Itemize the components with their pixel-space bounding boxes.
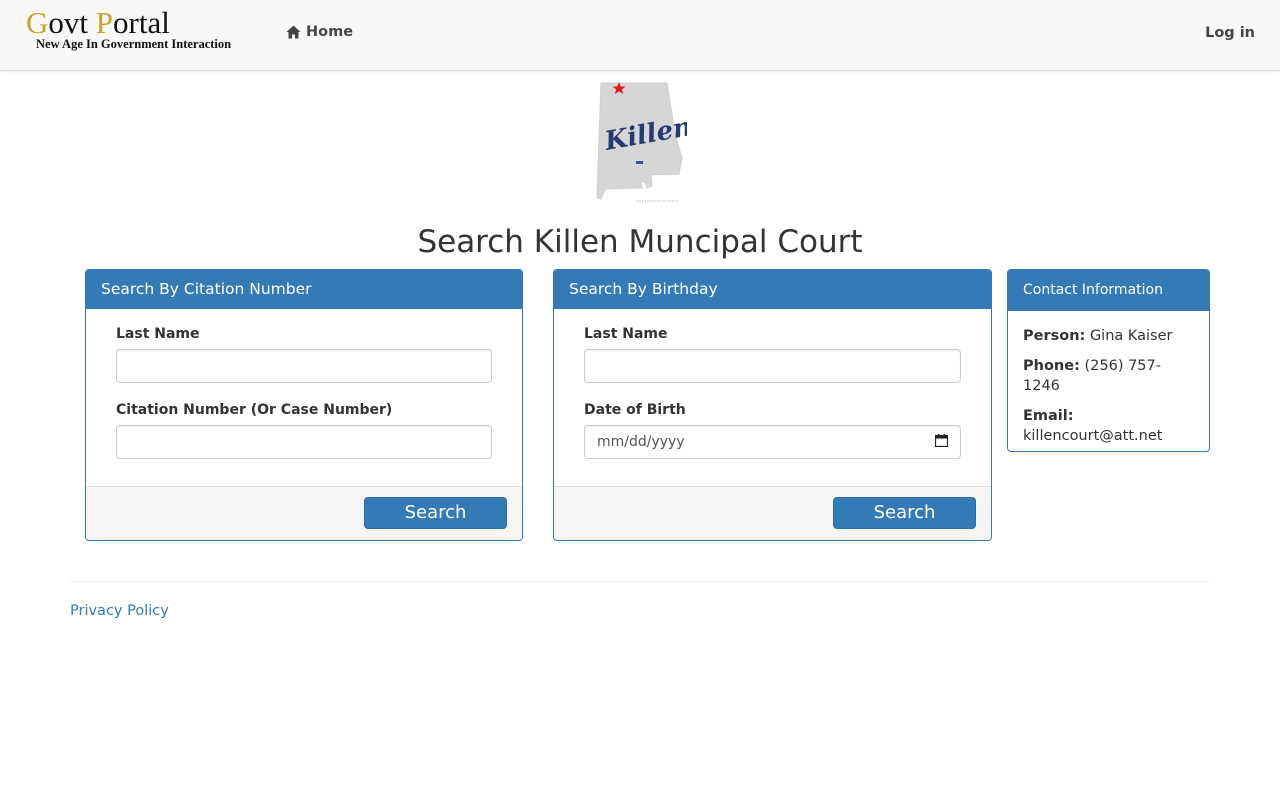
- page-title: Search Killen Muncipal Court: [417, 224, 863, 260]
- birthday-panel-footer: Search: [554, 486, 991, 540]
- birthday-search-panel: Search By Birthday Last Name Date of Bir…: [553, 269, 992, 541]
- citation-number-input[interactable]: [116, 425, 492, 459]
- citation-last-name-label: Last Name: [116, 326, 200, 342]
- contact-panel-heading: Contact Information: [1008, 270, 1209, 311]
- citation-panel-footer: Search: [86, 486, 522, 540]
- contact-email: Email: killencourt@att.net: [1023, 406, 1194, 446]
- brand-name: Govt Portal: [26, 6, 231, 40]
- brand-text-ortal: ortal: [113, 5, 170, 40]
- city-logo: Killen: [595, 78, 694, 208]
- dob-placeholder: mm/dd/yyyy: [597, 434, 685, 450]
- brand-text-ovt: ovt: [48, 5, 96, 40]
- citation-panel-heading: Search By Citation Number: [86, 270, 522, 309]
- contact-info-panel: Contact Information Person: Gina Kaiser …: [1007, 269, 1210, 452]
- brand-tagline: New Age In Government Interaction: [36, 37, 232, 51]
- citation-number-label: Citation Number (Or Case Number): [116, 402, 393, 418]
- contact-phone-label: Phone:: [1023, 358, 1080, 374]
- contact-phone: Phone: (256) 757-1246: [1023, 356, 1194, 396]
- citation-last-name-input[interactable]: [116, 349, 492, 383]
- birthday-last-name-input[interactable]: [584, 349, 961, 383]
- birthday-search-button[interactable]: Search: [833, 497, 976, 529]
- footer-divider: [70, 581, 1210, 582]
- dob-date-input[interactable]: mm/dd/yyyy: [584, 425, 961, 459]
- contact-email-label: Email:: [1023, 408, 1074, 424]
- nav-home-link[interactable]: Home: [286, 24, 353, 40]
- contact-person-value: Gina Kaiser: [1089, 328, 1173, 344]
- brand-logo[interactable]: Govt Portal New Age In Government Intera…: [26, 6, 231, 52]
- contact-person: Person: Gina Kaiser: [1023, 326, 1194, 346]
- contact-person-label: Person:: [1023, 328, 1086, 344]
- logo-mark: [636, 161, 643, 164]
- calendar-icon[interactable]: [934, 433, 949, 451]
- dob-label: Date of Birth: [584, 402, 686, 418]
- privacy-policy-link[interactable]: Privacy Policy: [70, 603, 169, 619]
- top-navbar: Govt Portal New Age In Government Intera…: [0, 0, 1280, 71]
- contact-email-value: killencourt@att.net: [1023, 428, 1163, 444]
- brand-initial-p: P: [95, 5, 114, 40]
- birthday-last-name-label: Last Name: [584, 326, 668, 342]
- home-icon: [286, 25, 301, 39]
- login-link[interactable]: Log in: [1205, 25, 1255, 41]
- citation-search-panel: Search By Citation Number Last Name Cita…: [85, 269, 523, 541]
- nav-home-label: Home: [306, 24, 354, 40]
- brand-initial-g: G: [26, 5, 49, 40]
- birthday-panel-heading: Search By Birthday: [554, 270, 991, 309]
- citation-search-button[interactable]: Search: [364, 497, 507, 529]
